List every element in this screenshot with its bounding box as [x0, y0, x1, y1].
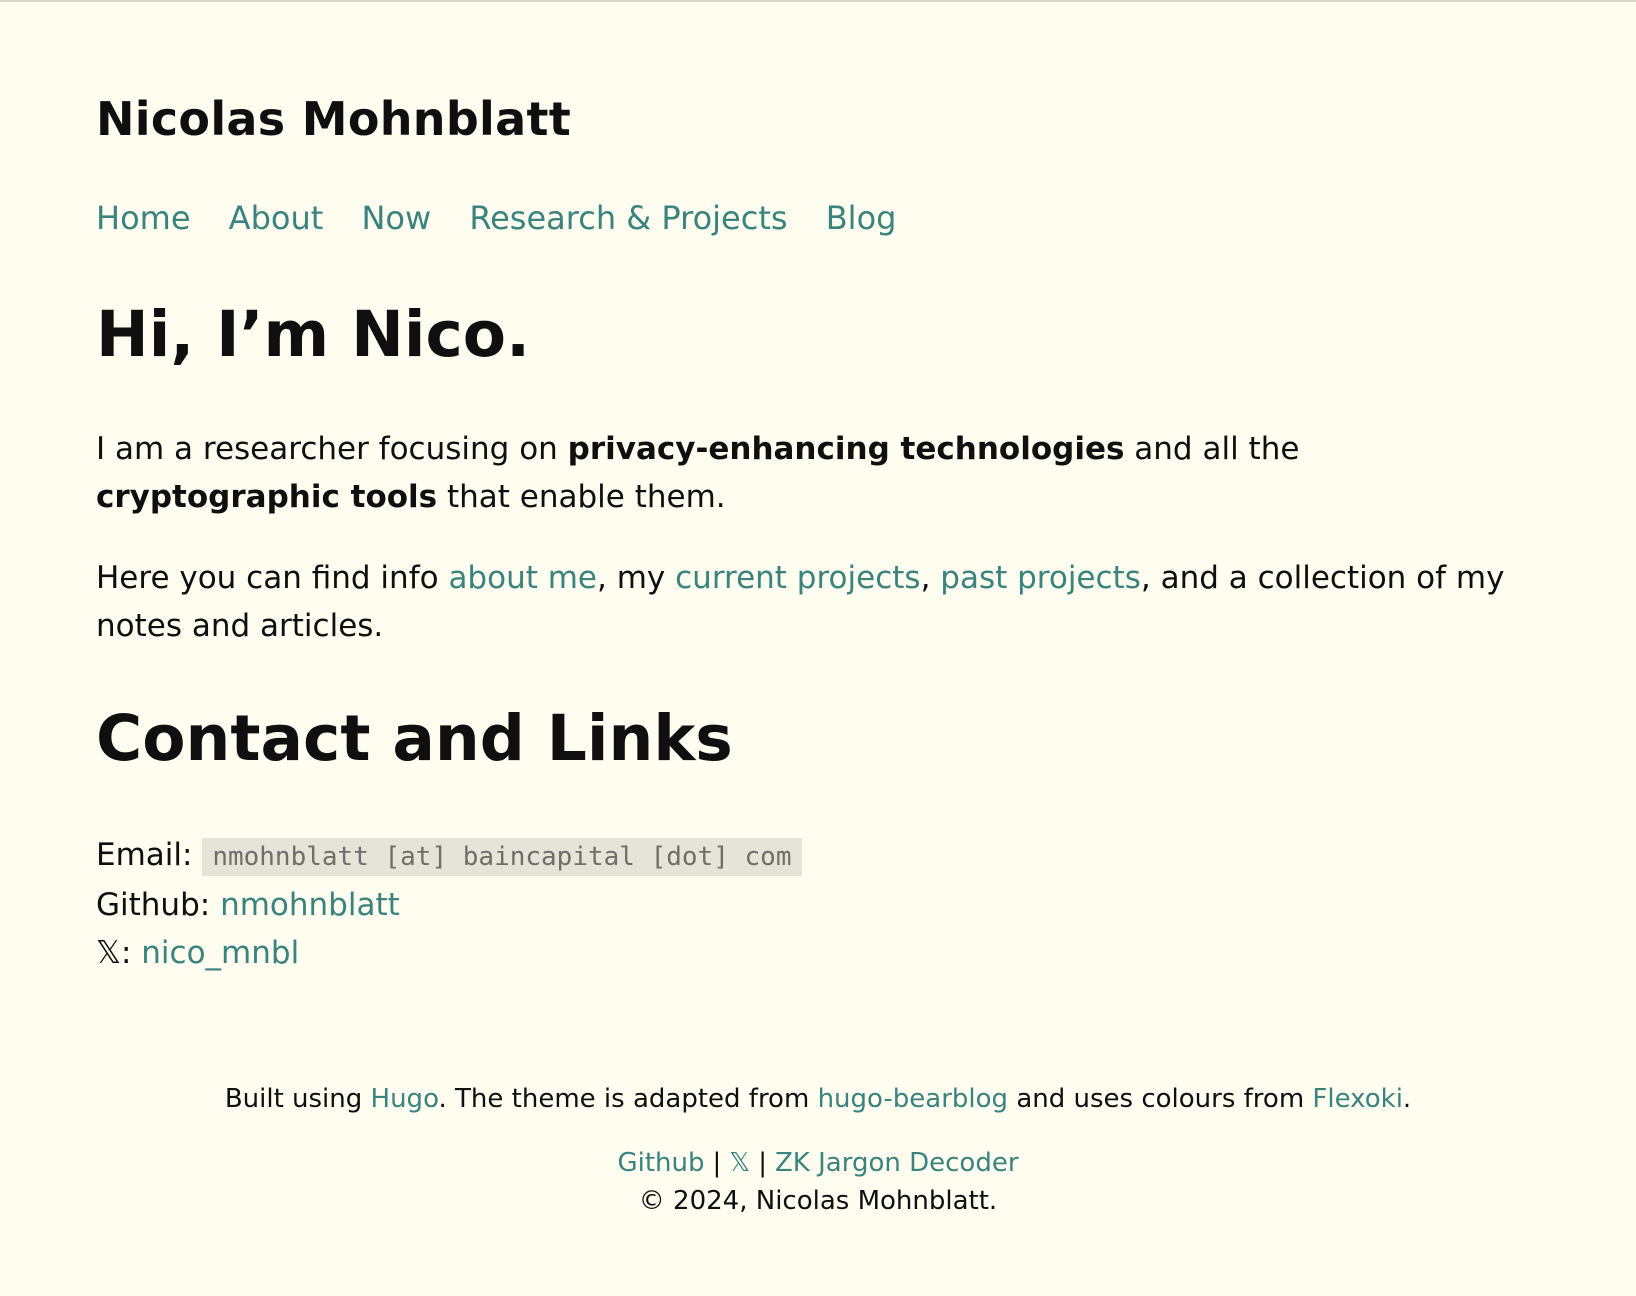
copyright: © 2024, Nicolas Mohnblatt.: [638, 1186, 998, 1216]
github-row: Github: nmohnblatt: [96, 881, 802, 929]
hugo-bearblog-link[interactable]: hugo-bearblog: [818, 1084, 1009, 1114]
footer-github-link[interactable]: Github: [617, 1148, 704, 1178]
footer-separator: |: [758, 1148, 767, 1178]
nav-blog[interactable]: Blog: [826, 199, 897, 237]
footer-text-3: and uses colours from: [1008, 1084, 1313, 1114]
info-text-1: Here you can find info: [96, 560, 449, 596]
footer-credits: Built using Hugo. The theme is adapted f…: [0, 1084, 1636, 1114]
intro-paragraph: I am a researcher focusing on privacy-en…: [96, 425, 1556, 521]
past-projects-link[interactable]: past projects: [940, 560, 1141, 596]
zk-jargon-decoder-link[interactable]: ZK Jargon Decoder: [775, 1148, 1019, 1178]
email-label: Email:: [96, 837, 203, 873]
site-title[interactable]: Nicolas Mohnblatt: [96, 92, 571, 146]
x-link[interactable]: nico_mnbl: [141, 935, 299, 971]
nav-home[interactable]: Home: [96, 199, 191, 237]
email-value: nmohnblatt [at] baincapital [dot] com: [202, 838, 802, 876]
x-label: 𝕏:: [96, 935, 142, 971]
page-heading: Hi, I’m Nico.: [96, 298, 531, 371]
footer-x-link[interactable]: 𝕏: [729, 1148, 750, 1178]
footer-text-4: .: [1402, 1084, 1412, 1114]
footer-text-1: Built using: [224, 1084, 371, 1114]
intro-text-1: I am a researcher focusing on: [96, 431, 568, 467]
contact-heading: Contact and Links: [96, 702, 733, 775]
hugo-link[interactable]: Hugo: [371, 1084, 439, 1114]
info-text-2: , my: [597, 560, 676, 596]
intro-bold-2: cryptographic tools: [96, 479, 438, 515]
contact-list: Email: nmohnblatt [at] baincapital [dot]…: [96, 831, 802, 977]
footer-links: Github | 𝕏 | ZK Jargon Decoder: [0, 1148, 1636, 1178]
footer-text-2: . The theme is adapted from: [438, 1084, 818, 1114]
github-link[interactable]: nmohnblatt: [220, 887, 400, 923]
footer-separator: |: [712, 1148, 722, 1178]
current-projects-link[interactable]: current projects: [675, 560, 920, 596]
info-paragraph: Here you can find info about me, my curr…: [96, 554, 1556, 650]
x-row: 𝕏: nico_mnbl: [96, 929, 802, 977]
intro-text-2: and all the: [1124, 431, 1300, 467]
nav-now[interactable]: Now: [361, 199, 431, 237]
nav-about[interactable]: About: [229, 199, 324, 237]
intro-text-3: that enable them.: [437, 479, 726, 515]
about-me-link[interactable]: about me: [448, 560, 597, 596]
flexoki-link[interactable]: Flexoki: [1312, 1084, 1403, 1114]
nav-research-projects[interactable]: Research & Projects: [469, 199, 787, 237]
intro-bold-1: privacy-enhancing technologies: [567, 431, 1125, 467]
email-row: Email: nmohnblatt [at] baincapital [dot]…: [96, 831, 802, 881]
github-label: Github:: [96, 887, 221, 923]
info-text-3: ,: [920, 560, 941, 596]
main-nav: Home About Now Research & Projects Blog: [96, 199, 924, 237]
